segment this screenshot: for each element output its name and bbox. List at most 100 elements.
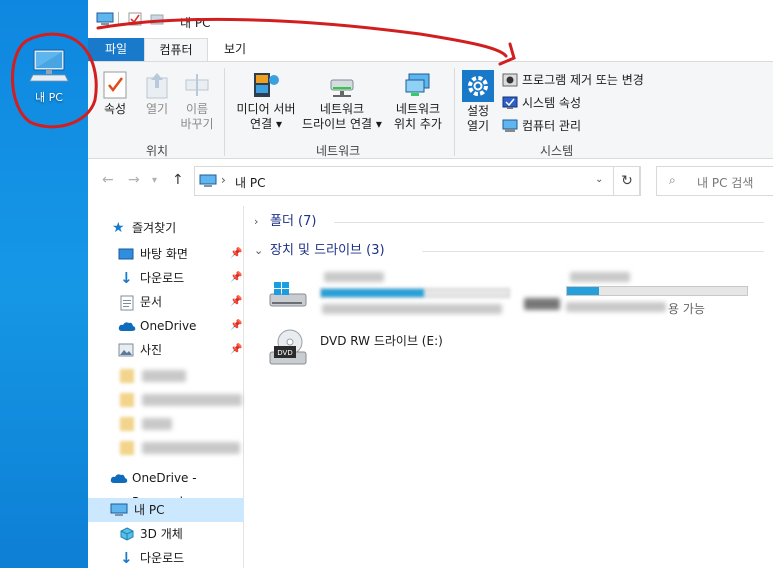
computer-icon: [199, 174, 217, 187]
tab-computer[interactable]: 컴퓨터: [144, 38, 208, 62]
drive-d[interactable]: 용 가능: [516, 270, 766, 320]
address-dropdown-icon[interactable]: ⌄: [595, 174, 603, 185]
add-network-location-button[interactable]: 네트워크 위치 추가: [386, 70, 450, 132]
properties-button[interactable]: 속성: [98, 70, 132, 117]
back-arrow-icon[interactable]: ←: [102, 172, 114, 188]
desktop-icon-label: 내 PC: [35, 91, 63, 104]
new-folder-icon[interactable]: [150, 12, 164, 26]
open-settings-button[interactable]: 설정 열기: [460, 70, 496, 134]
folder-icon: [120, 417, 134, 431]
refresh-icon: ↻: [621, 173, 633, 189]
folders-group-header[interactable]: › 폴더 (7): [254, 210, 764, 234]
nav-item-blurred[interactable]: [88, 436, 244, 460]
nav-item-desktop[interactable]: 바탕 화면 📌: [88, 242, 244, 266]
group-divider: [454, 68, 455, 156]
computer-management-label: 컴퓨터 관리: [522, 119, 582, 133]
drive-e[interactable]: DVD DVD RW 드라이브 (E:): [260, 326, 510, 370]
nav-item-downloads-pc[interactable]: ↓ 다운로드: [88, 546, 244, 568]
group-network-label: 네트워크: [316, 144, 361, 158]
pin-icon[interactable]: 📌: [230, 242, 242, 266]
pictures-icon: [118, 343, 134, 357]
search-input[interactable]: ⌕ 내 PC 검색: [656, 166, 773, 196]
devices-header-label: 장치 및 드라이브 (3): [270, 243, 385, 258]
rename-button[interactable]: 이름 바꾸기: [178, 70, 216, 132]
document-icon: [120, 295, 134, 311]
group-divider: [224, 68, 225, 156]
settings-label-2: 열기: [466, 119, 490, 133]
blurred-text: [566, 302, 666, 312]
map-drive-label-1: 네트워크: [319, 102, 365, 116]
rename-icon: [185, 74, 209, 96]
breadcrumb-chevron-icon[interactable]: ›: [221, 173, 226, 187]
nav-quick-access[interactable]: ★ 즐겨찾기: [88, 216, 244, 240]
refresh-button[interactable]: ↻: [613, 166, 641, 196]
nav-item-documents[interactable]: 문서 📌: [88, 290, 244, 314]
media-server-label-1: 미디어 서버: [236, 102, 296, 116]
media-server-label-2: 연결: [250, 117, 273, 131]
nav-item-blurred[interactable]: [88, 412, 244, 436]
media-server-icon: [254, 73, 279, 97]
drive-d-free-space: 용 가능: [668, 302, 705, 316]
folder-icon: [120, 393, 134, 407]
tab-view[interactable]: 보기: [212, 38, 258, 62]
nav-item-3d-objects[interactable]: 3D 개체: [88, 522, 244, 546]
nav-item-blurred[interactable]: [88, 364, 244, 388]
open-button[interactable]: 열기: [140, 70, 174, 117]
drive-c[interactable]: [260, 270, 510, 320]
map-network-drive-button[interactable]: 네트워크 드라이브 연결 ▾: [302, 70, 382, 132]
nav-item-label: 사진: [140, 343, 163, 357]
computer-icon: [110, 503, 128, 516]
folder-icon: [120, 441, 134, 455]
pin-icon[interactable]: 📌: [230, 314, 242, 338]
cube-icon: [120, 527, 134, 541]
window-title: 내 PC: [180, 16, 211, 30]
monitor-icon: [29, 49, 69, 82]
cloud-icon: [118, 322, 136, 331]
address-path: 내 PC: [235, 176, 266, 190]
system-properties-icon: [502, 96, 518, 109]
group-location-label: 위치: [146, 144, 169, 158]
content-pane: › 폴더 (7) ⌄ 장치 및 드라이브 (3) 용 가능 DVD DVD RW…: [246, 206, 773, 568]
desktop-icon-this-pc[interactable]: 내 PC: [16, 48, 82, 105]
nav-item-label: 다운로드: [140, 551, 185, 565]
nav-item-label: 다운로드: [140, 271, 185, 285]
pin-icon[interactable]: 📌: [230, 266, 242, 290]
nav-item-label: 문서: [140, 295, 163, 309]
properties-check-icon[interactable]: [128, 12, 142, 26]
tab-file[interactable]: 파일: [88, 38, 144, 62]
search-placeholder: 내 PC 검색: [697, 176, 754, 190]
nav-onedrive-personal[interactable]: OneDrive - Personal: [88, 466, 244, 509]
recent-chevron-icon[interactable]: ▾: [152, 175, 157, 186]
blurred-text: [322, 304, 502, 314]
star-icon: ★: [112, 220, 125, 236]
network-drive-icon: [330, 79, 354, 97]
settings-label-1: 설정: [466, 104, 490, 118]
system-properties-label: 시스템 속성: [522, 96, 582, 110]
blurred-text: [142, 418, 172, 430]
address-bar[interactable]: › 내 PC ⌄: [194, 166, 640, 196]
forward-arrow-icon[interactable]: →: [128, 172, 140, 188]
up-arrow-icon[interactable]: ↑: [172, 172, 184, 188]
nav-this-pc[interactable]: 내 PC: [88, 498, 244, 522]
computer-management-icon: [502, 119, 518, 132]
chevron-right-icon: ›: [254, 215, 259, 228]
drive-d-usage-bar: [566, 286, 748, 296]
windows-drive-icon: [269, 282, 307, 307]
navigation-pane: ★ 즐겨찾기 바탕 화면 📌 ↓ 다운로드 📌 문서 📌 OneDrive 📌 …: [88, 206, 244, 568]
pin-icon[interactable]: 📌: [230, 290, 242, 314]
media-server-button[interactable]: 미디어 서버 연결 ▾: [230, 70, 302, 132]
nav-item-downloads[interactable]: ↓ 다운로드 📌: [88, 266, 244, 290]
blurred-text: [142, 442, 240, 454]
devices-group-header[interactable]: ⌄ 장치 및 드라이브 (3): [254, 239, 764, 263]
drive-d-icon: [524, 298, 560, 310]
nav-item-onedrive[interactable]: OneDrive 📌: [88, 314, 244, 338]
nav-item-label: OneDrive: [140, 319, 197, 333]
gear-icon: [462, 70, 494, 102]
drive-d-usage-fill: [567, 287, 600, 295]
nav-item-pictures[interactable]: 사진 📌: [88, 338, 244, 362]
nav-item-blurred[interactable]: [88, 388, 244, 412]
pin-icon[interactable]: 📌: [230, 338, 242, 362]
open-label: 열기: [145, 102, 169, 116]
group-system-label: 시스템: [540, 144, 574, 158]
properties-label: 속성: [103, 102, 127, 116]
